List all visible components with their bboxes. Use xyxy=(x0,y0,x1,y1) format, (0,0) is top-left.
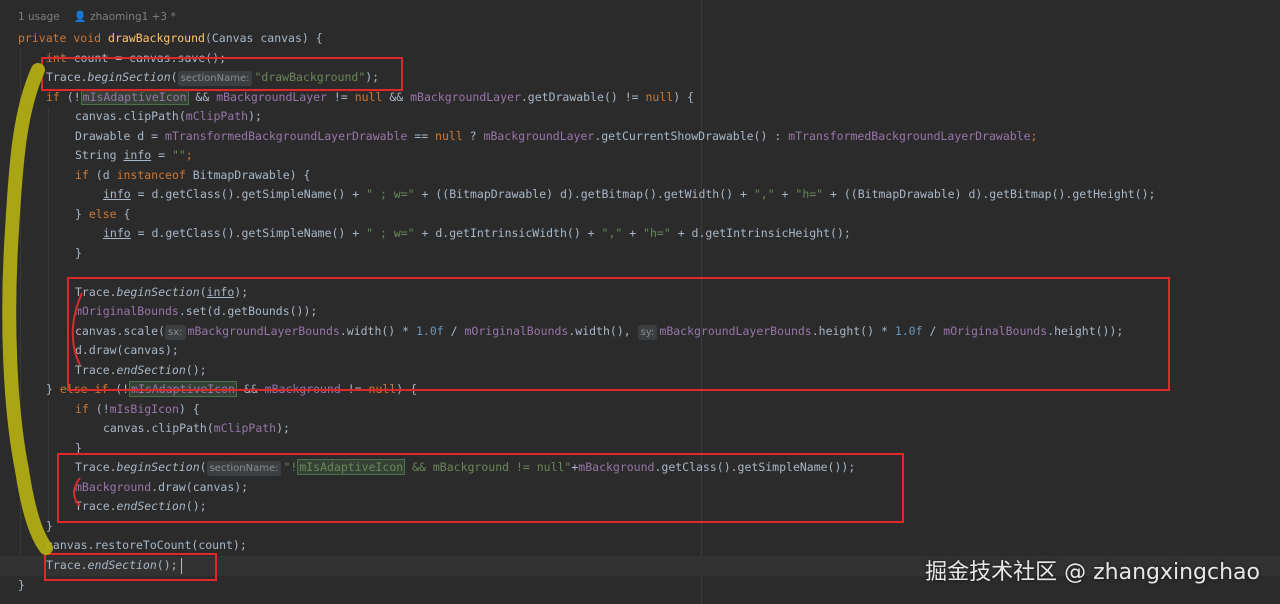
token: instanceof xyxy=(116,167,186,182)
token: mBackgroundLayer xyxy=(216,89,327,104)
token: canvas.clipPath( xyxy=(75,109,186,123)
token: private void xyxy=(18,31,109,45)
token: canvas.restoreToCount(count); xyxy=(46,538,247,552)
token: != xyxy=(326,89,355,104)
token: info xyxy=(103,226,131,240)
token: mClipPath xyxy=(185,109,249,123)
watermark: 掘金技术社区 @ zhangxingchao xyxy=(925,560,1260,585)
token: = xyxy=(151,148,172,162)
token: mIsBigIcon xyxy=(109,401,179,416)
token: + d.getIntrinsicHeight(); xyxy=(670,226,851,240)
token: && xyxy=(188,89,217,104)
string-literal: "," xyxy=(753,187,775,201)
method-name: drawBackground xyxy=(108,31,205,45)
token: if xyxy=(75,167,96,182)
code-line-8[interactable]: if (d instanceof BitmapDrawable) { xyxy=(0,166,1280,186)
token: (! xyxy=(95,401,110,416)
token: } xyxy=(46,382,60,396)
string-literal: " ; w=" xyxy=(366,226,415,240)
token: && xyxy=(382,89,411,104)
token: info xyxy=(103,187,131,201)
token: ? xyxy=(462,128,484,143)
code-line-1[interactable]: private void drawBackground(Canvas canva… xyxy=(0,29,1280,49)
token: } xyxy=(18,577,25,592)
token: null xyxy=(354,89,383,104)
token: = d.getClass().getSimpleName() + xyxy=(130,226,367,240)
annotation-box-begin-section xyxy=(41,57,403,91)
token: ; xyxy=(1030,128,1038,143)
token: (! xyxy=(66,89,81,104)
annotation-box-end-section xyxy=(44,553,217,581)
token: + d.getIntrinsicWidth() + xyxy=(414,226,602,240)
code-line-21[interactable]: canvas.clipPath(mClipPath); xyxy=(0,419,1280,439)
code-line-11[interactable]: info = d.getClass().getSimpleName() + " … xyxy=(0,224,1280,244)
token: mClipPath xyxy=(213,421,277,435)
token: canvas.clipPath( xyxy=(103,421,214,435)
annotation-box-background-section xyxy=(57,453,904,523)
token: ) { xyxy=(673,89,694,104)
usage-count[interactable]: 1 usage xyxy=(18,11,60,23)
token: = d.getClass().getSimpleName() + xyxy=(130,187,367,201)
string-literal: "h=" xyxy=(795,187,824,201)
token: (d xyxy=(95,167,117,182)
token: ) { xyxy=(178,401,200,416)
code-vision-hints[interactable]: 1 usage 👤 zhaoming1 +3 * xyxy=(18,10,176,23)
token: { xyxy=(116,206,131,221)
token: String xyxy=(75,148,124,162)
code-line-10[interactable]: } else { xyxy=(0,205,1280,225)
token: null xyxy=(645,89,674,104)
token: info xyxy=(123,148,152,162)
token: else xyxy=(88,206,117,221)
string-literal: "," xyxy=(601,226,623,240)
string-literal: "h=" xyxy=(643,226,671,240)
token: ); xyxy=(248,109,262,123)
token: ; xyxy=(185,148,193,162)
author-info[interactable]: zhaoming1 +3 * xyxy=(90,11,176,23)
token: + ((BitmapDrawable) d).getBitmap().getWi… xyxy=(414,187,754,201)
token: } xyxy=(46,518,53,533)
token: if xyxy=(46,89,67,104)
code-line-9[interactable]: info = d.getClass().getSimpleName() + " … xyxy=(0,185,1280,205)
token: == xyxy=(407,128,436,143)
token: (Canvas canvas) { xyxy=(204,31,323,45)
code-line-5[interactable]: canvas.clipPath(mClipPath); xyxy=(0,107,1280,127)
token: if xyxy=(75,401,96,416)
token: } xyxy=(75,206,89,221)
annotation-box-info-section xyxy=(67,277,1170,391)
code-line-6[interactable]: Drawable d = mTransformedBackgroundLayer… xyxy=(0,127,1280,147)
token: mTransformedBackgroundLayerDrawable xyxy=(788,128,1031,143)
token: mBackgroundLayer xyxy=(410,89,521,104)
code-line-12[interactable]: } xyxy=(0,244,1280,264)
token: + xyxy=(622,226,644,240)
token: Drawable d = xyxy=(75,128,166,143)
code-line-7[interactable]: String info = ""; xyxy=(0,146,1280,166)
token: mBackgroundLayer xyxy=(483,128,595,143)
token: mTransformedBackgroundLayerDrawable xyxy=(165,128,408,143)
token: + ((BitmapDrawable) d).getBitmap().getHe… xyxy=(823,187,1156,201)
code-editor[interactable]: 1 usage 👤 zhaoming1 +3 * private void dra… xyxy=(0,0,1280,604)
token: + xyxy=(774,187,796,201)
token: .getCurrentShowDrawable() : xyxy=(594,128,789,143)
code-line-20[interactable]: if (!mIsBigIcon) { xyxy=(0,400,1280,420)
string-literal: " ; w=" xyxy=(366,187,415,201)
token: ); xyxy=(276,421,290,435)
token: .getDrawable() != xyxy=(520,89,646,104)
token: null xyxy=(435,128,463,143)
token: BitmapDrawable) { xyxy=(185,167,311,182)
string-literal: "" xyxy=(171,148,186,162)
author-icon: 👤 xyxy=(73,11,91,23)
token: } xyxy=(75,245,82,260)
